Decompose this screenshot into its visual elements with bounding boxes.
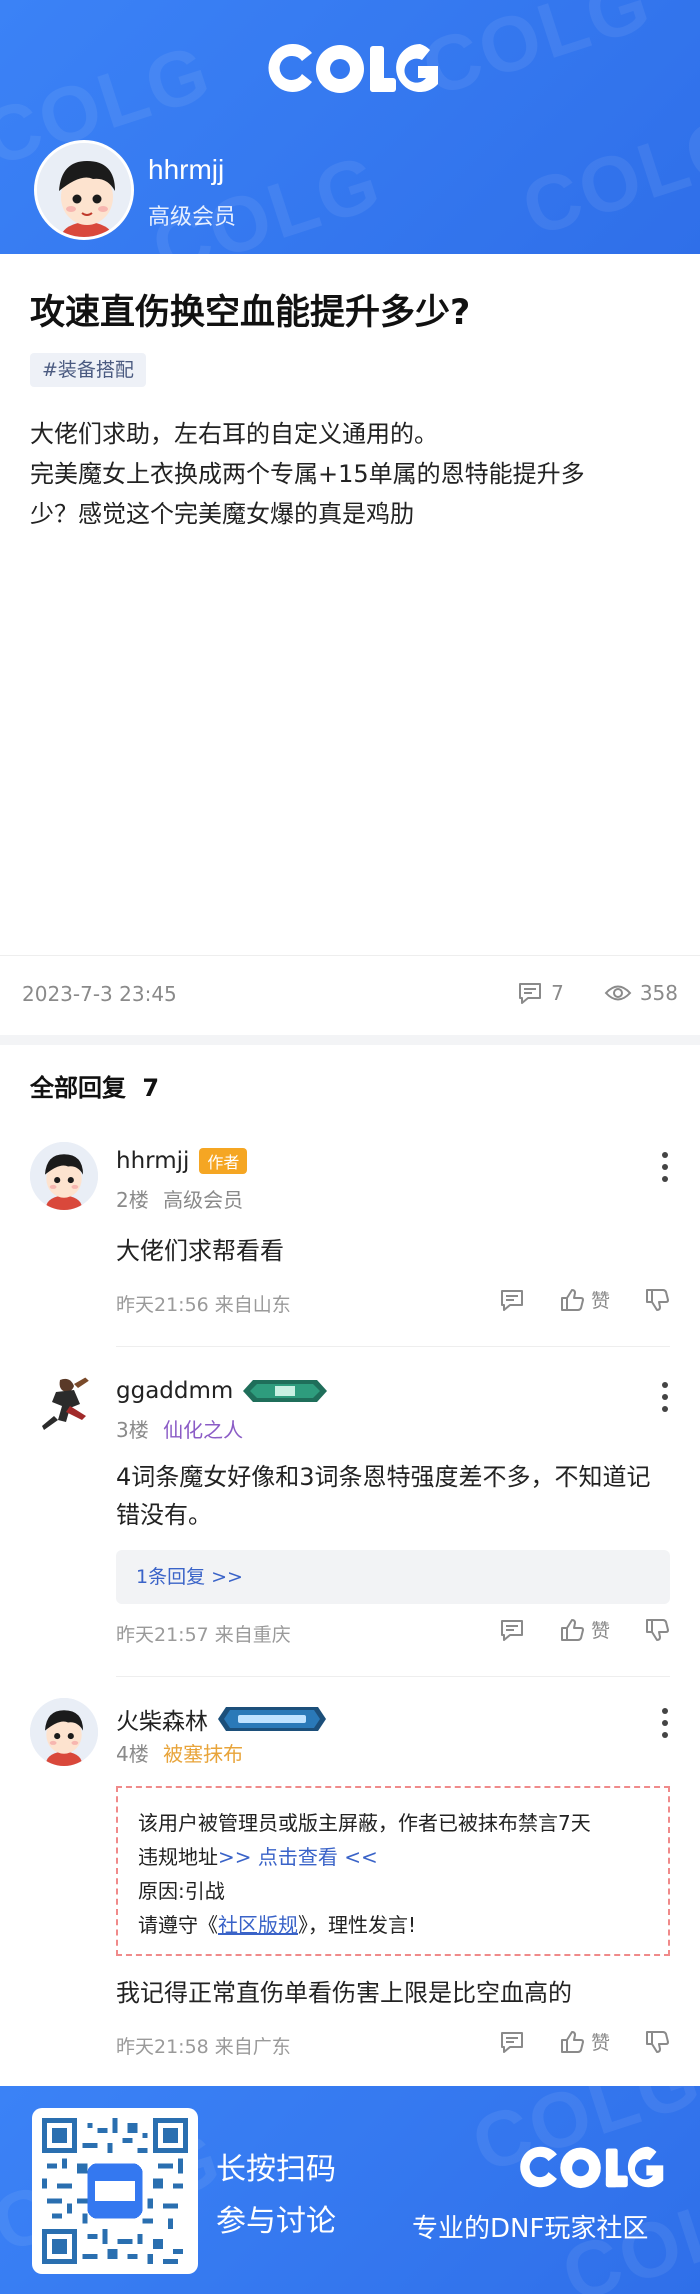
post-body-line: 完美魔女上衣换成两个专属+15单属的恩特能提升多 bbox=[30, 460, 585, 488]
post-title: 攻速直伤换空血能提升多少? bbox=[30, 293, 471, 333]
reply-item: 火柴森林 4楼 被塞抹布 该用户被管理员或版主屏蔽，作者已被抹布禁言7天 违规地… bbox=[0, 1696, 700, 2076]
eye-icon bbox=[604, 985, 632, 1001]
cartoon-avatar-icon bbox=[30, 1142, 98, 1210]
author-level: 高级会员 bbox=[148, 205, 237, 230]
reply-floor: 4楼 bbox=[116, 1742, 149, 1766]
reply-username[interactable]: 火柴森林 bbox=[116, 1702, 208, 1736]
qr-code-icon bbox=[42, 2118, 188, 2264]
ban-notice: 该用户被管理员或版主屏蔽，作者已被抹布禁言7天 违规地址>> 点击查看 << 原… bbox=[116, 1786, 670, 1956]
cartoon-avatar-icon bbox=[37, 143, 131, 237]
more-options-icon[interactable] bbox=[662, 1382, 670, 1418]
ban-notice-line: 原因:引战 bbox=[138, 1879, 225, 1903]
reply-content: 我记得正常直伤单看伤害上限是比空血高的 bbox=[116, 1979, 572, 2007]
reply-item: ggaddmm 3楼 仙化之人 4词条魔女好像和3词条恩特强度差不多，不知道记错… bbox=[0, 1370, 700, 1677]
like-button[interactable]: 赞 bbox=[559, 1286, 610, 1313]
promo-footer: COLG COLG COLG 长按扫码 参与讨论 bbox=[0, 2086, 700, 2294]
reply-role: 仙化之人 bbox=[163, 1418, 244, 1442]
reply-content: 大佬们求帮看看 bbox=[116, 1237, 284, 1265]
comment-count-value: 7 bbox=[551, 981, 564, 1005]
more-options-icon[interactable] bbox=[662, 1152, 670, 1188]
more-options-icon[interactable] bbox=[662, 1708, 670, 1744]
reply-floor: 3楼 bbox=[116, 1418, 149, 1442]
reply-avatar[interactable] bbox=[30, 1142, 98, 1210]
ban-notice-line: 请遵守《社区版规》，理性发言! bbox=[138, 1908, 648, 1942]
colg-logo bbox=[268, 43, 438, 93]
qr-code[interactable] bbox=[32, 2108, 198, 2274]
author-username[interactable]: hhrmjj bbox=[148, 154, 224, 186]
post-body-line: 少？感觉这个完美魔女爆的真是鸡肋 bbox=[30, 500, 414, 528]
rank-badge-icon bbox=[243, 1380, 328, 1402]
replies-label: 全部回复 bbox=[30, 1074, 126, 1102]
like-label: 赞 bbox=[590, 1290, 610, 1312]
like-button[interactable]: 赞 bbox=[559, 2028, 610, 2055]
rules-suffix: 》，理性发言! bbox=[298, 1913, 417, 1937]
ban-notice-line: 违规地址>> 点击查看 << bbox=[138, 1840, 648, 1874]
thumbs-down-icon[interactable] bbox=[644, 1287, 670, 1313]
reply-comment-icon[interactable] bbox=[499, 2029, 525, 2055]
reply-username[interactable]: ggaddmm bbox=[116, 1378, 233, 1404]
author-badge: 作者 bbox=[199, 1148, 248, 1174]
section-divider bbox=[0, 1035, 700, 1045]
quiz-badge-icon bbox=[218, 1707, 326, 1731]
view-count: 358 bbox=[604, 981, 678, 1005]
rules-prefix: 请遵守《 bbox=[138, 1913, 218, 1937]
reply-divider bbox=[116, 1346, 670, 1347]
footer-slogan: 专业的DNF玩家社区 bbox=[412, 2214, 649, 2244]
ban-details-link[interactable]: >> 点击查看 << bbox=[218, 1845, 378, 1869]
thumbs-up-icon bbox=[560, 1618, 584, 1641]
reply-divider bbox=[116, 1676, 670, 1677]
thumbs-down-icon[interactable] bbox=[644, 2029, 670, 2055]
view-count-value: 358 bbox=[639, 981, 678, 1005]
fighter-avatar-icon bbox=[30, 1370, 98, 1438]
reply-floor: 2楼 bbox=[116, 1188, 149, 1212]
replies-count: 7 bbox=[142, 1074, 160, 1102]
comment-count[interactable]: 7 bbox=[517, 980, 564, 1006]
replies-header: 全部回复 7 bbox=[30, 1068, 159, 1103]
ban-address-label: 违规地址 bbox=[138, 1845, 218, 1869]
post-meta-bar: 2023-7-3 23:45 7 358 bbox=[0, 955, 700, 1035]
thumbs-up-icon bbox=[560, 1288, 584, 1311]
profile-header: COLG COLG COLG COLG hhrmjj 高级会员 bbox=[0, 0, 700, 254]
thumbs-down-icon[interactable] bbox=[644, 1617, 670, 1643]
reply-avatar[interactable] bbox=[30, 1698, 98, 1766]
scan-prompt: 长按扫码 bbox=[216, 2152, 336, 2187]
thumbs-up-icon bbox=[560, 2030, 584, 2053]
reply-comment-icon[interactable] bbox=[499, 1287, 525, 1313]
reply-item: hhrmjj 作者 2楼 高级会员 大佬们求帮看看 昨天21:56 来自山东 赞 bbox=[0, 1140, 700, 1350]
reply-comment-icon[interactable] bbox=[499, 1617, 525, 1643]
reply-username[interactable]: hhrmjj bbox=[116, 1148, 189, 1174]
post-date: 2023-7-3 23:45 bbox=[22, 982, 177, 1006]
colg-footer-logo bbox=[520, 2146, 664, 2189]
reply-content: 4词条魔女好像和3词条恩特强度差不多，不知道记错没有。 bbox=[116, 1463, 651, 1529]
reply-avatar[interactable] bbox=[30, 1370, 98, 1438]
reply-role: 被塞抹布 bbox=[163, 1742, 244, 1766]
ban-notice-line: 该用户被管理员或版主屏蔽，作者已被抹布禁言7天 bbox=[138, 1811, 591, 1835]
comment-icon bbox=[519, 983, 542, 1004]
sub-reply-link[interactable]: 1条回复 >> bbox=[116, 1550, 670, 1604]
like-label: 赞 bbox=[590, 2032, 610, 2054]
join-prompt: 参与讨论 bbox=[216, 2204, 336, 2239]
author-avatar[interactable] bbox=[34, 140, 134, 240]
like-button[interactable]: 赞 bbox=[559, 1616, 610, 1643]
community-rules-link[interactable]: 社区版规 bbox=[218, 1913, 298, 1937]
cartoon-avatar-icon bbox=[30, 1698, 98, 1766]
post-body-line: 大佬们求助，左右耳的自定义通用的。 bbox=[30, 420, 438, 448]
post-tag[interactable]: #装备搭配 bbox=[30, 353, 146, 387]
post-body: 大佬们求助，左右耳的自定义通用的。 完美魔女上衣换成两个专属+15单属的恩特能提… bbox=[30, 414, 670, 534]
like-label: 赞 bbox=[590, 1620, 610, 1642]
reply-role: 高级会员 bbox=[163, 1188, 244, 1212]
